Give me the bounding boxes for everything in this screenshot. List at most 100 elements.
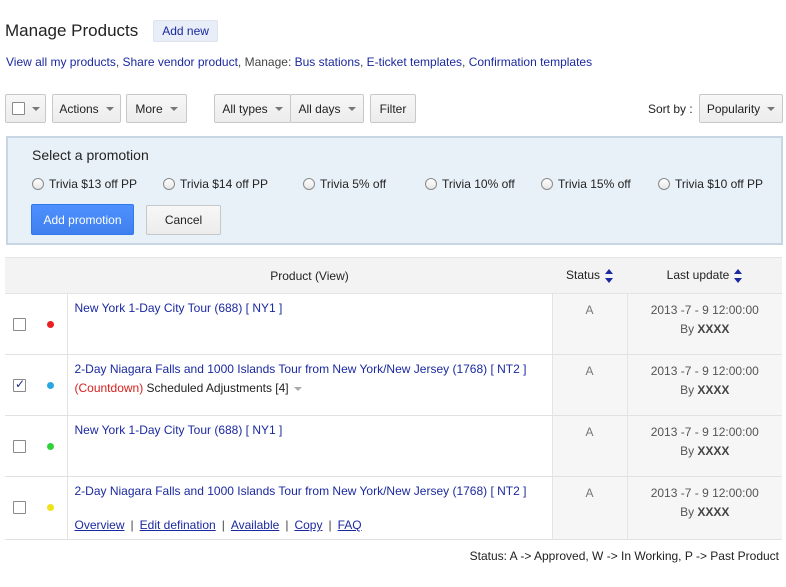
header-last-update[interactable]: Last update (627, 257, 782, 294)
row-checkbox-cell (5, 415, 34, 477)
radio-button[interactable] (163, 178, 175, 190)
types-label: All types (222, 101, 268, 116)
separator: | (328, 518, 332, 532)
caret-down-icon (169, 106, 178, 111)
header-dot-cell (34, 257, 67, 294)
promotion-option[interactable]: Trivia $14 off PP (163, 177, 268, 191)
promotion-option[interactable]: Trivia $10 off PP (658, 177, 763, 191)
promotion-option[interactable]: Trivia 10% off (425, 177, 515, 191)
add-new-button[interactable]: Add new (153, 20, 218, 42)
promotion-option[interactable]: Trivia $13 off PP (32, 177, 137, 191)
toolbar: Actions More All types All days Filter S… (5, 94, 783, 124)
status-cell: A (551, 293, 628, 355)
countdown-label: (Countdown) (74, 381, 144, 395)
product-link[interactable]: 2-Day Niagara Falls and 1000 Islands Tou… (75, 362, 527, 376)
updated-by-user: XXXX (697, 505, 730, 519)
promotion-option[interactable]: Trivia 5% off (303, 177, 386, 191)
separator: | (221, 518, 225, 532)
row-status-dot-cell (34, 476, 68, 540)
promotion-option-label: Trivia 5% off (320, 177, 387, 191)
select-all-checkbox[interactable] (11, 102, 25, 115)
copy-link[interactable]: Copy (294, 518, 322, 532)
row-checkbox[interactable] (13, 377, 26, 392)
promotion-option-label: Trivia $10 off PP (675, 177, 764, 191)
days-label: All days (298, 101, 341, 116)
radio-button[interactable] (425, 178, 437, 190)
available-link[interactable]: Available (231, 518, 279, 532)
status-cell: A (551, 476, 628, 540)
row-checkbox[interactable] (13, 318, 26, 331)
status-dot-icon (46, 443, 54, 450)
view-all-products-link[interactable]: View all my products (6, 55, 116, 69)
status-cell: A (551, 415, 628, 477)
caret-down-icon[interactable] (293, 386, 302, 391)
more-label: More (135, 101, 163, 116)
promotion-panel: Select a promotion Trivia $13 off PP Tri… (6, 136, 783, 245)
confirmation-templates-link[interactable]: Confirmation templates (469, 55, 592, 69)
actions-dropdown[interactable]: Actions (52, 94, 121, 123)
actions-label: Actions (59, 101, 99, 116)
promotion-option[interactable]: Trivia 15% off (541, 177, 631, 191)
product-cell: New York 1-Day City Tour (688) [ NY1 ] (67, 293, 552, 355)
overview-link[interactable]: Overview (75, 518, 125, 532)
updated-by-user: XXXX (697, 322, 730, 336)
product-link[interactable]: New York 1-Day City Tour (688) [ NY1 ] (75, 423, 283, 437)
promotion-option-label: Trivia $13 off PP (49, 177, 138, 191)
row-checkbox-cell (5, 354, 34, 416)
last-update-date: 2013 -7 - 9 12:00:00 (650, 303, 759, 317)
last-update-cell: 2013 -7 - 9 12:00:00 By XXXX (627, 476, 782, 540)
radio-button[interactable] (303, 178, 315, 190)
radio-button[interactable] (541, 178, 553, 190)
header-product[interactable]: Product (View) (67, 257, 552, 294)
header-product-label: Product (View) (270, 268, 349, 283)
manage-label: Manage: (244, 55, 292, 69)
status-dot-icon (46, 382, 54, 389)
sort-dropdown[interactable]: Popularity (699, 94, 783, 123)
bus-stations-link[interactable]: Bus stations (295, 55, 360, 69)
select-all-dropdown[interactable] (5, 94, 46, 123)
radio-button[interactable] (32, 178, 44, 190)
add-promotion-button[interactable]: Add promotion (31, 204, 134, 235)
days-filter-dropdown[interactable]: All days (290, 94, 364, 123)
status-legend: Status: A -> Approved, W -> In Working, … (469, 549, 779, 563)
scheduled-adjustments[interactable]: Scheduled Adjustments [4] (147, 381, 289, 395)
promotion-panel-title: Select a promotion (32, 147, 149, 163)
table-row: 2-Day Niagara Falls and 1000 Islands Tou… (5, 354, 782, 416)
types-filter-dropdown[interactable]: All types (214, 94, 291, 123)
caret-down-icon (347, 106, 356, 111)
header-checkbox-cell (5, 257, 34, 294)
header-status[interactable]: Status (552, 257, 627, 294)
by-label: By (680, 322, 695, 336)
table-header-row: Product (View) Status Last update (5, 257, 782, 294)
product-link[interactable]: 2-Day Niagara Falls and 1000 Islands Tou… (75, 484, 527, 498)
last-update-cell: 2013 -7 - 9 12:00:00 By XXXX (627, 354, 782, 416)
caret-down-icon (105, 106, 114, 111)
caret-down-icon (31, 106, 40, 111)
promotion-option-label: Trivia $14 off PP (180, 177, 269, 191)
by-label: By (680, 505, 695, 519)
eticket-templates-link[interactable]: E-ticket templates (367, 55, 462, 69)
table-row: New York 1-Day City Tour (688) [ NY1 ] A… (5, 293, 782, 355)
promotion-option-label: Trivia 10% off (442, 177, 515, 191)
cancel-button[interactable]: Cancel (146, 205, 221, 235)
filter-button[interactable]: Filter (370, 94, 416, 123)
product-cell: 2-Day Niagara Falls and 1000 Islands Tou… (67, 354, 552, 416)
last-update-date: 2013 -7 - 9 12:00:00 (650, 486, 759, 500)
product-link[interactable]: New York 1-Day City Tour (688) [ NY1 ] (75, 301, 283, 315)
page-title: Manage Products (5, 21, 139, 40)
row-checkbox-cell (5, 293, 34, 355)
edit-definition-link[interactable]: Edit defination (140, 518, 216, 532)
radio-button[interactable] (658, 178, 670, 190)
promotion-option-label: Trivia 15% off (558, 177, 631, 191)
more-dropdown[interactable]: More (126, 94, 187, 123)
last-update-date: 2013 -7 - 9 12:00:00 (650, 425, 759, 439)
share-vendor-product-link[interactable]: Share vendor product (123, 55, 238, 69)
sort-arrows-icon[interactable] (605, 268, 614, 283)
caret-down-icon (767, 106, 776, 111)
status-cell: A (551, 354, 628, 416)
faq-link[interactable]: FAQ (338, 518, 362, 532)
row-checkbox[interactable] (13, 501, 26, 514)
row-checkbox[interactable] (13, 440, 26, 453)
sort-arrows-icon[interactable] (734, 268, 743, 283)
header-last-update-label: Last update (666, 268, 730, 283)
